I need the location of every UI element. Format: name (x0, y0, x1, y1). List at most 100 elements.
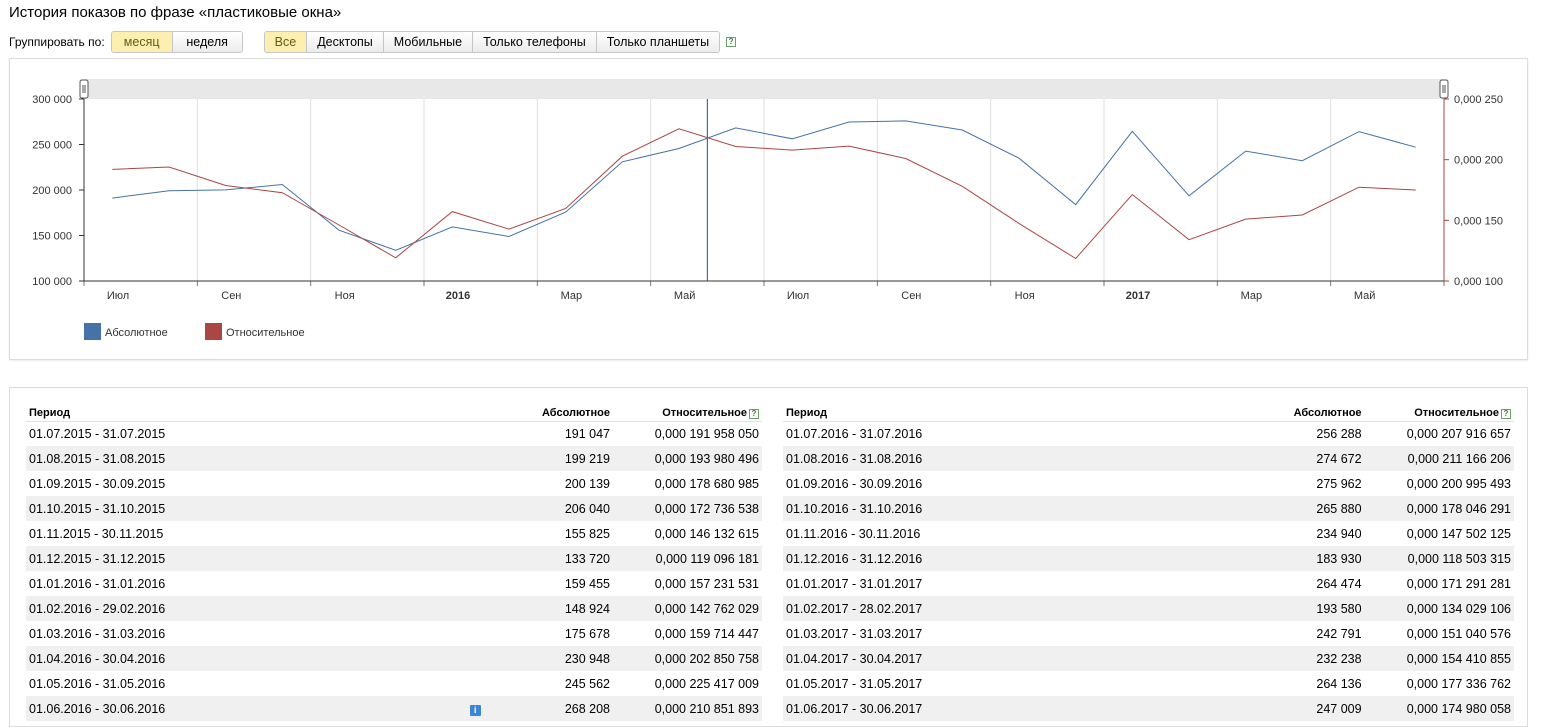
cell-value: 01.10.2016 - 31.10.2016 (786, 501, 923, 516)
cell-value: 256 288 (1316, 426, 1362, 441)
cell-absolute: 264 136 (1159, 671, 1365, 696)
controls-bar: Группировать по: месяц неделя Все Дескто… (9, 31, 737, 53)
table-row: 01.06.2017 - 30.06.2017 247 009 0,000 174 … (783, 696, 1514, 721)
column-header-period: Период (26, 401, 406, 422)
cell-absolute: 206 040 (406, 496, 613, 521)
cell-absolute: 155 825 (406, 521, 613, 546)
cell-relative: 0,000 154 410 855 (1364, 646, 1514, 671)
cell-period: 01.11.2015 - 30.11.2015 (26, 521, 406, 546)
period-month-button[interactable]: месяц (111, 32, 173, 52)
cell-value: 01.10.2015 - 31.10.2015 (29, 501, 166, 516)
cell-period: 01.08.2015 - 31.08.2015 (26, 446, 406, 471)
cell-value: 230 948 (564, 651, 610, 666)
cell-value: 0,000 142 762 029 (654, 601, 759, 616)
cell-value: 0,000 191 958 050 (654, 426, 759, 441)
cell-value: 01.04.2016 - 30.04.2016 (29, 651, 166, 666)
cell-value: 155 825 (564, 526, 610, 541)
cell-relative: 0,000 207 916 657 (1365, 421, 1514, 446)
cell-period: 01.04.2016 - 30.04.2016 (26, 646, 406, 671)
device-mobile-button[interactable]: Мобильные (383, 32, 474, 52)
question-icon[interactable]: ? (726, 37, 737, 47)
cell-value: 0,000 151 040 576 (1406, 626, 1511, 641)
column-header-period: Период (783, 401, 1160, 422)
cell-value: 0,000 178 680 985 (654, 476, 759, 491)
cell-relative: 0,000 172 736 538 (613, 496, 762, 521)
cell-relative: 0,000 177 336 762 (1365, 671, 1514, 696)
table-row: 01.08.2016 - 31.08.2016 274 672 0,000 211 … (783, 446, 1514, 471)
cell-value: 0,000 177 336 762 (1406, 676, 1511, 691)
cell-value: 0,000 200 995 493 (1406, 476, 1511, 491)
question-icon[interactable]: ? (1501, 408, 1511, 419)
column-header-relative: Относительное? (1364, 401, 1514, 422)
cell-value: 0,000 207 916 657 (1406, 426, 1511, 441)
page-title: История показов по фразе «пластиковые ок… (9, 4, 342, 21)
cell-value: 264 474 (1316, 576, 1362, 591)
table-row: 01.07.2015 - 31.07.2015 191 047 0,000 191 … (26, 421, 762, 446)
navigator-bar (84, 79, 1444, 99)
cell-value: 01.09.2016 - 30.09.2016 (786, 476, 923, 491)
cell-value: 0,000 154 410 855 (1406, 651, 1511, 666)
cell-period: 01.06.2017 - 30.06.2017 (783, 696, 1160, 721)
cell-absolute: 199 219 (406, 446, 613, 471)
cell-relative: 0,000 157 231 531 (613, 571, 762, 596)
table-row: 01.09.2015 - 30.09.2015 200 139 0,000 178 … (26, 471, 762, 496)
table-header-row: Период Абсолютное Относительное? (783, 401, 1514, 422)
cell-value: 0,000 178 046 291 (1406, 501, 1511, 516)
cell-value: 0,000 193 980 496 (654, 451, 759, 466)
column-header-label: Абсолютное (542, 406, 610, 419)
cell-period: 01.01.2017 - 31.01.2017 (783, 571, 1159, 596)
history-table-right: Период Абсолютное Относительное? 01.07.2016… (783, 401, 1514, 721)
cell-value: 0,000 210 851 893 (654, 701, 759, 716)
cell-absolute: 256 288 (1159, 421, 1365, 446)
cell-absolute: 148 924 (406, 596, 613, 621)
cell-value: 148 924 (564, 601, 610, 616)
cell-value: 0,000 118 503 315 (1407, 551, 1511, 566)
cell-value: 01.07.2016 - 31.07.2016 (786, 426, 923, 441)
cell-period: 01.11.2016 - 30.11.2016 (783, 521, 1159, 546)
cell-period: 01.02.2017 - 28.02.2017 (783, 596, 1160, 621)
cell-value: 200 139 (564, 476, 610, 491)
cell-value: 175 678 (564, 626, 610, 641)
info-icon[interactable]: i (469, 704, 481, 716)
cell-absolute: 234 940 (1159, 521, 1365, 546)
y-tick-label-left: 200 000 (32, 185, 72, 197)
table-header-row: Период Абсолютное Относительное? (26, 401, 762, 422)
cell-value: 159 455 (564, 576, 610, 591)
period-week-button[interactable]: неделя (172, 32, 242, 52)
device-desktop-button[interactable]: Десктопы (307, 32, 384, 52)
column-header-label: Период (29, 406, 71, 419)
cell-value: 0,000 147 502 125 (1406, 526, 1511, 541)
cell-value: 0,000 202 850 758 (654, 651, 759, 666)
cell-relative: 0,000 211 166 206 (1364, 446, 1514, 471)
cell-value: 268 208 (564, 701, 610, 716)
cell-period: 01.05.2016 - 31.05.2016 (26, 671, 406, 696)
cell-value: 01.01.2017 - 31.01.2017 (786, 576, 923, 591)
table-row: 01.05.2017 - 31.05.2017 264 136 0,000 177 … (783, 671, 1514, 696)
cell-relative: 0,000 119 096 181 (613, 546, 762, 571)
cell-value: 0,000 225 417 009 (654, 676, 759, 691)
cell-value: 01.02.2016 - 29.02.2016 (29, 601, 166, 616)
device-all-button[interactable]: Все (264, 32, 308, 52)
x-tick-label: 2016 (446, 290, 470, 302)
cell-relative: 0,000 118 503 315 (1364, 546, 1514, 571)
table-row: 01.05.2016 - 31.05.2016 245 562 0,000 225 … (26, 671, 762, 696)
cell-value: 191 047 (564, 426, 610, 441)
legend-swatch (205, 323, 222, 340)
cell-value: 01.08.2016 - 31.08.2016 (786, 451, 923, 466)
cell-value: 01.11.2015 - 30.11.2015 (29, 526, 164, 541)
question-icon[interactable]: ? (749, 408, 759, 419)
cell-absolute: i 268 208 (406, 696, 613, 721)
cell-period: 01.08.2016 - 31.08.2016 (783, 446, 1160, 471)
cell-period: 01.03.2017 - 31.03.2017 (783, 621, 1159, 646)
y-tick-label-right: 0,000 200 (1454, 155, 1503, 167)
x-tick-label: 2017 (1126, 290, 1150, 302)
cell-absolute: 232 238 (1159, 646, 1365, 671)
cell-relative: 0,000 147 502 125 (1365, 521, 1514, 546)
cell-value: 0,000 171 291 281 (1406, 576, 1511, 591)
table-row: 01.03.2017 - 31.03.2017 242 791 0,000 151 … (783, 621, 1514, 646)
device-phones-button[interactable]: Только телефоны (473, 32, 597, 52)
device-tablets-button[interactable]: Только планшеты (596, 32, 720, 52)
cell-value: 0,000 172 736 538 (654, 501, 759, 516)
table-row: 01.04.2016 - 30.04.2016 230 948 0,000 202 … (26, 646, 762, 671)
table-row: 01.04.2017 - 30.04.2017 232 238 0,000 154 … (783, 646, 1514, 671)
